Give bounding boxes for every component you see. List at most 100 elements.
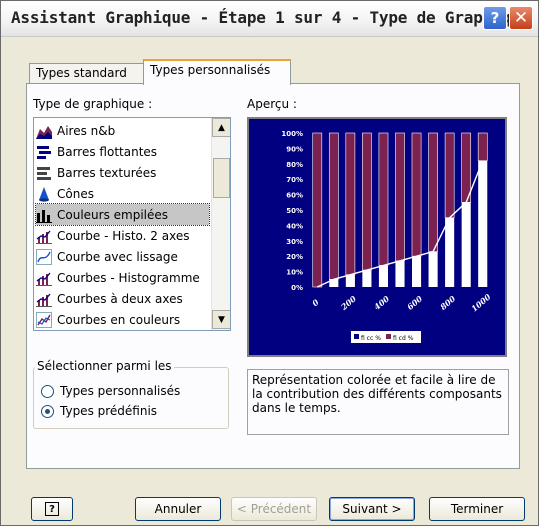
arrow-up-icon: ▲	[218, 122, 225, 133]
stacked-colors-icon	[36, 209, 52, 223]
list-item[interactable]: Courbes à deux axes	[36, 288, 209, 309]
list-item-label: Courbe avec lissage	[57, 249, 178, 264]
bar-segment	[478, 160, 488, 287]
list-item[interactable]: Barres flottantes	[36, 141, 209, 162]
list-item-label: Courbe - Histo. 2 axes	[57, 228, 190, 243]
radio-label: Types prédéfinis	[60, 404, 158, 418]
line-column-icon	[36, 272, 52, 286]
bar-segment	[428, 251, 438, 287]
tab-custom-types[interactable]: Types personnalisés	[143, 59, 291, 85]
y-tick-label: 60%	[286, 192, 303, 200]
bar-segment	[461, 132, 472, 203]
bar-segment	[378, 132, 389, 266]
bar-segment	[395, 260, 405, 287]
list-item-label: Courbes en couleurs	[57, 312, 181, 327]
vertical-scrollbar[interactable]: ▲ ▼	[211, 118, 230, 330]
list-item[interactable]: Aires n&b	[36, 120, 209, 141]
radio-predefined-types[interactable]: Types prédéfinis	[41, 404, 157, 418]
scroll-up-button[interactable]: ▲	[212, 118, 230, 137]
y-tick-label: 100%	[281, 130, 303, 138]
finish-button[interactable]: Terminer	[429, 497, 525, 521]
bar-segment	[328, 132, 339, 280]
colored-lines-icon	[36, 311, 52, 328]
bar-segment	[461, 202, 471, 287]
legend-swatch	[354, 334, 359, 339]
next-button[interactable]: Suivant >	[329, 497, 415, 521]
bar-segment	[444, 132, 455, 218]
y-tick-label: 10%	[286, 269, 303, 277]
bar-segment	[477, 132, 488, 162]
bar-segment	[362, 270, 372, 287]
close-button[interactable]: ✕	[509, 6, 533, 30]
area-chart-icon	[36, 125, 52, 139]
list-item[interactable]: Courbe - Histo. 2 axes	[36, 225, 209, 246]
list-item-label: Couleurs empilées	[57, 207, 169, 222]
line-column-icon	[36, 293, 52, 307]
bar-segment	[428, 132, 438, 252]
selection-groupbox	[33, 367, 229, 429]
radio-circle[interactable]	[41, 404, 54, 418]
list-item[interactable]: Courbe avec lissage	[36, 246, 209, 267]
help-icon: ?	[45, 502, 59, 516]
bar-segment	[395, 132, 405, 262]
textured-bars-icon	[37, 166, 51, 180]
list-item[interactable]: Courbes en couleurs	[36, 309, 209, 330]
bar-segment	[445, 217, 455, 287]
list-item[interactable]: Cônes	[36, 183, 209, 204]
bar-segment	[362, 132, 372, 271]
floating-bars-icon	[37, 145, 51, 159]
radio-circle[interactable]	[41, 384, 54, 398]
preview-label: Aperçu :	[247, 97, 297, 111]
list-item-label: Cônes	[57, 186, 94, 201]
bar-segment	[411, 132, 422, 257]
y-tick-label: 20%	[286, 253, 303, 261]
title-bar[interactable]: Assistant Graphique - Étape 1 sur 4 - Ty…	[1, 1, 538, 37]
window-title: Assistant Graphique - Étape 1 sur 4 - Ty…	[11, 8, 530, 27]
list-item-label: Barres texturées	[57, 165, 157, 180]
cancel-button[interactable]: Annuler	[135, 497, 221, 521]
y-tick-label: 70%	[286, 176, 303, 184]
scroll-thumb[interactable]	[213, 158, 230, 198]
preview-chart: 0%10%20%30%40%50%60%70%80%90%100%0 200 400…	[249, 119, 505, 355]
chart-type-label: Type de graphique :	[33, 97, 153, 111]
list-item[interactable]: Barres texturées	[36, 162, 209, 183]
bar-segment	[312, 132, 323, 288]
close-icon: ✕	[513, 8, 529, 28]
radio-label: Types personnalisés	[60, 384, 181, 398]
chart-type-items: Aires n&b Barres flottantes Barres texturé…	[34, 118, 211, 330]
list-item-label: Courbes - Histogramme	[57, 270, 200, 285]
legend-label: fi cc %	[361, 335, 381, 342]
chart-type-list[interactable]: Aires n&b Barres flottantes Barres texturé…	[33, 117, 231, 331]
line-column-icon	[36, 230, 52, 244]
list-item[interactable]: Courbes - Histogramme	[36, 267, 209, 288]
bar-segment	[378, 265, 389, 287]
help-title-button[interactable]: ?	[483, 6, 507, 30]
y-tick-label: 30%	[286, 238, 303, 246]
selection-groupbox-title: Sélectionner parmi les	[35, 359, 174, 373]
list-item-label: Courbes à deux axes	[57, 291, 183, 306]
scroll-down-button[interactable]: ▼	[212, 310, 230, 329]
question-mark-icon: ?	[490, 9, 500, 27]
y-tick-label: 90%	[286, 145, 303, 153]
y-tick-label: 40%	[286, 222, 303, 230]
chart-wizard-dialog: Assistant Graphique - Étape 1 sur 4 - Ty…	[0, 0, 539, 526]
smooth-line-icon	[36, 248, 52, 265]
previous-button[interactable]: < Précédent	[231, 497, 317, 521]
bar-segment	[345, 132, 356, 275]
bar-segment	[345, 274, 355, 287]
chart-description: Représentation colorée et facile à lire …	[247, 369, 509, 435]
cone-icon	[39, 186, 49, 202]
y-tick-label: 50%	[286, 207, 303, 215]
help-button[interactable]: ?	[31, 497, 73, 521]
list-item[interactable]: Couleurs empilées	[35, 203, 210, 226]
arrow-down-icon: ▼	[218, 314, 225, 325]
bar-segment	[411, 256, 422, 287]
tab-standard-types[interactable]: Types standard	[29, 63, 145, 84]
list-item-label: Barres flottantes	[57, 144, 158, 159]
y-tick-label: 80%	[286, 161, 303, 169]
legend-label: fi cd %	[393, 335, 414, 342]
list-item-label: Aires n&b	[57, 123, 116, 138]
radio-custom-types[interactable]: Types personnalisés	[41, 384, 180, 398]
legend-swatch	[386, 334, 391, 339]
y-tick-label: 0%	[291, 284, 303, 292]
